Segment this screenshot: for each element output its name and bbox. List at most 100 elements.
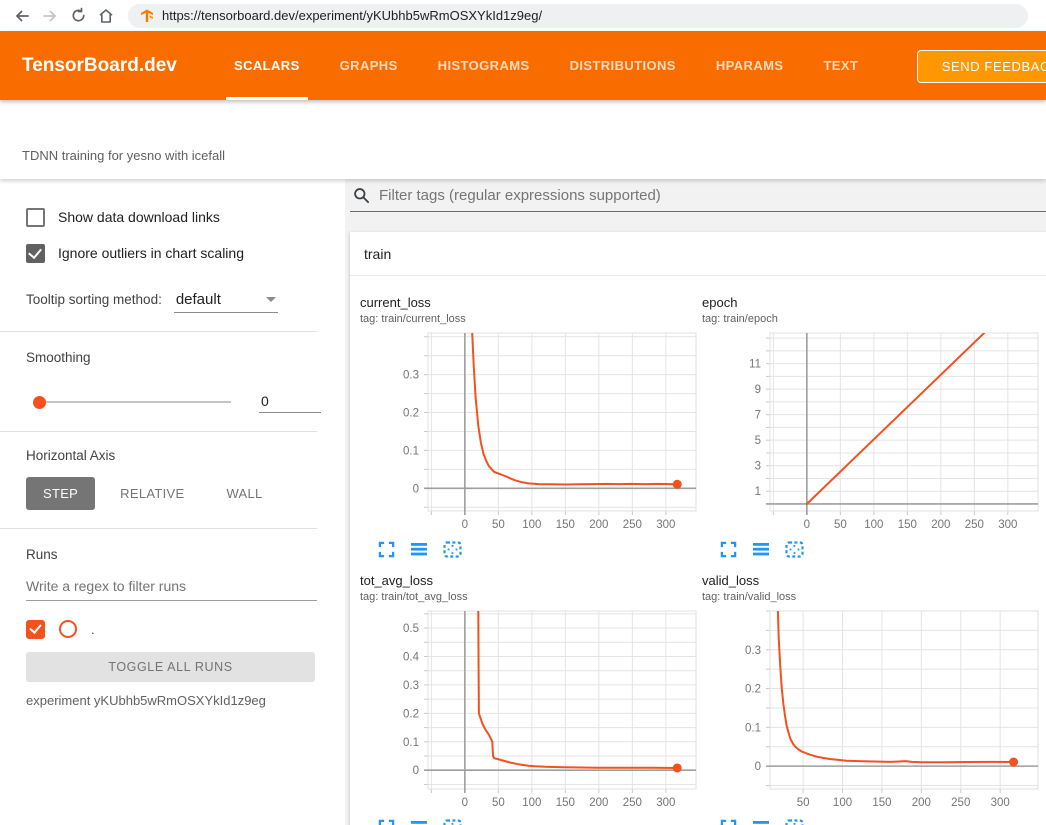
- svg-text:250: 250: [623, 519, 642, 531]
- expand-chart-icon[interactable]: [376, 539, 396, 559]
- search-icon: [353, 187, 370, 204]
- send-feedback-button[interactable]: SEND FEEDBACK: [917, 50, 1046, 83]
- svg-text:0.1: 0.1: [403, 737, 419, 749]
- content: Show data download links Ignore outliers…: [0, 179, 1046, 825]
- chart-tag: tag: train/valid_loss: [702, 591, 1042, 603]
- chart-current_loss: current_loss tag: train/current_loss 00.…: [360, 295, 700, 559]
- reload-icon[interactable]: [64, 4, 92, 28]
- charts-grid: current_loss tag: train/current_loss 00.…: [350, 276, 1046, 825]
- favicon-tensorboard: [140, 9, 154, 23]
- svg-text:0: 0: [413, 483, 419, 495]
- address-bar[interactable]: https://tensorboard.dev/experiment/yKUbh…: [128, 4, 1028, 28]
- svg-text:0: 0: [755, 761, 761, 773]
- chart-valid_loss: valid_loss tag: train/valid_loss 0 0.1 0.2…: [702, 573, 1042, 825]
- svg-text:150: 150: [898, 519, 917, 531]
- tag-filter-input[interactable]: [377, 186, 1046, 205]
- expand-chart-icon[interactable]: [376, 817, 396, 825]
- svg-text:0: 0: [413, 765, 419, 777]
- runs-label: Runs: [26, 529, 317, 562]
- svg-text:300: 300: [991, 797, 1010, 809]
- nav-tabs: SCALARSGRAPHSHISTOGRAMSDISTRIBUTIONSHPAR…: [214, 31, 878, 100]
- train-card: train current_loss tag: train/current_lo…: [350, 232, 1046, 825]
- chart-plot[interactable]: 00.10.20.3050100150200250300: [360, 331, 700, 531]
- settings-sidebar: Show data download links Ignore outliers…: [0, 179, 345, 825]
- svg-text:0: 0: [462, 797, 468, 809]
- svg-text:100: 100: [522, 797, 541, 809]
- log-scale-icon[interactable]: [751, 817, 771, 825]
- chart-actions: [718, 817, 1042, 825]
- svg-text:250: 250: [965, 519, 984, 531]
- smoothing-label: Smoothing: [26, 332, 317, 365]
- tab-histograms[interactable]: HISTOGRAMS: [418, 31, 550, 100]
- chart-title: valid_loss: [702, 573, 1042, 588]
- back-icon[interactable]: [8, 4, 36, 28]
- scalars-dashboard: train current_loss tag: train/current_lo…: [345, 179, 1046, 825]
- fit-domain-icon[interactable]: [784, 817, 804, 825]
- svg-text:0.2: 0.2: [403, 708, 419, 720]
- svg-text:300: 300: [998, 519, 1017, 531]
- ignore-outliers-label: Ignore outliers in chart scaling: [58, 245, 244, 261]
- svg-text:0.1: 0.1: [745, 722, 761, 734]
- experiment-title: TDNN training for yesno with icefall: [22, 148, 225, 163]
- horizontal-axis-options: STEPRELATIVEWALL: [26, 477, 317, 510]
- svg-text:0.5: 0.5: [403, 623, 419, 635]
- svg-text:250: 250: [623, 797, 642, 809]
- chart-title: tot_avg_loss: [360, 573, 700, 588]
- svg-text:7: 7: [755, 410, 761, 422]
- chart-actions: [718, 539, 1042, 559]
- tooltip-sorting-select[interactable]: default: [174, 291, 278, 313]
- show-download-links-checkbox[interactable]: [26, 208, 45, 227]
- forward-icon[interactable]: [36, 4, 64, 28]
- svg-text:0.2: 0.2: [745, 684, 761, 696]
- log-scale-icon[interactable]: [409, 817, 429, 825]
- fit-domain-icon[interactable]: [442, 817, 462, 825]
- chart-title: current_loss: [360, 295, 700, 310]
- log-scale-icon[interactable]: [751, 539, 771, 559]
- ignore-outliers-row[interactable]: Ignore outliers in chart scaling: [26, 239, 317, 267]
- tab-scalars[interactable]: SCALARS: [214, 31, 320, 100]
- show-download-links-row[interactable]: Show data download links: [26, 203, 317, 231]
- tab-text[interactable]: TEXT: [803, 31, 878, 100]
- svg-text:50: 50: [492, 519, 505, 531]
- toggle-all-runs-button[interactable]: TOGGLE ALL RUNS: [26, 652, 315, 682]
- svg-text:100: 100: [864, 519, 883, 531]
- chart-tag: tag: train/tot_avg_loss: [360, 591, 700, 603]
- tab-graphs[interactable]: GRAPHS: [320, 31, 418, 100]
- runs-filter-input[interactable]: [26, 576, 317, 601]
- chart-plot[interactable]: 00.10.20.350100150200250300: [702, 609, 1042, 809]
- svg-text:200: 200: [931, 519, 950, 531]
- axis-option-relative[interactable]: RELATIVE: [103, 477, 201, 510]
- tab-distributions[interactable]: DISTRIBUTIONS: [550, 31, 696, 100]
- expand-chart-icon[interactable]: [718, 539, 738, 559]
- smoothing-value-input[interactable]: [259, 391, 321, 413]
- run-checkbox[interactable]: [26, 620, 45, 639]
- log-scale-icon[interactable]: [409, 539, 429, 559]
- chart-actions: [376, 817, 700, 825]
- fit-domain-icon[interactable]: [442, 539, 462, 559]
- chart-plot[interactable]: 00.10.20.30.40.5050100150200250300: [360, 609, 700, 809]
- svg-text:0: 0: [804, 519, 810, 531]
- experiment-title-band: TDNN training for yesno with icefall: [0, 100, 1046, 179]
- ignore-outliers-checkbox[interactable]: [26, 244, 45, 263]
- show-download-links-label: Show data download links: [58, 209, 220, 225]
- svg-text:200: 200: [589, 519, 608, 531]
- tab-hparams[interactable]: HPARAMS: [696, 31, 804, 100]
- train-group-header[interactable]: train: [350, 232, 1046, 276]
- svg-text:0.3: 0.3: [745, 645, 761, 657]
- axis-option-wall[interactable]: WALL: [209, 477, 279, 510]
- svg-text:100: 100: [522, 519, 541, 531]
- home-icon[interactable]: [92, 4, 120, 28]
- svg-text:300: 300: [656, 797, 675, 809]
- svg-text:5: 5: [755, 435, 761, 447]
- axis-option-step[interactable]: STEP: [26, 477, 95, 510]
- browser-toolbar: https://tensorboard.dev/experiment/yKUbh…: [0, 0, 1046, 31]
- chart-plot[interactable]: 1357911050100150200250300: [702, 331, 1042, 531]
- chart-actions: [376, 539, 700, 559]
- chart-tot_avg_loss: tot_avg_loss tag: train/tot_avg_loss 0 0.…: [360, 573, 700, 825]
- tooltip-sorting-value: default: [176, 291, 221, 308]
- run-row[interactable]: .: [26, 617, 317, 641]
- smoothing-slider[interactable]: [35, 401, 231, 403]
- smoothing-slider-thumb[interactable]: [33, 396, 46, 409]
- fit-domain-icon[interactable]: [784, 539, 804, 559]
- expand-chart-icon[interactable]: [718, 817, 738, 825]
